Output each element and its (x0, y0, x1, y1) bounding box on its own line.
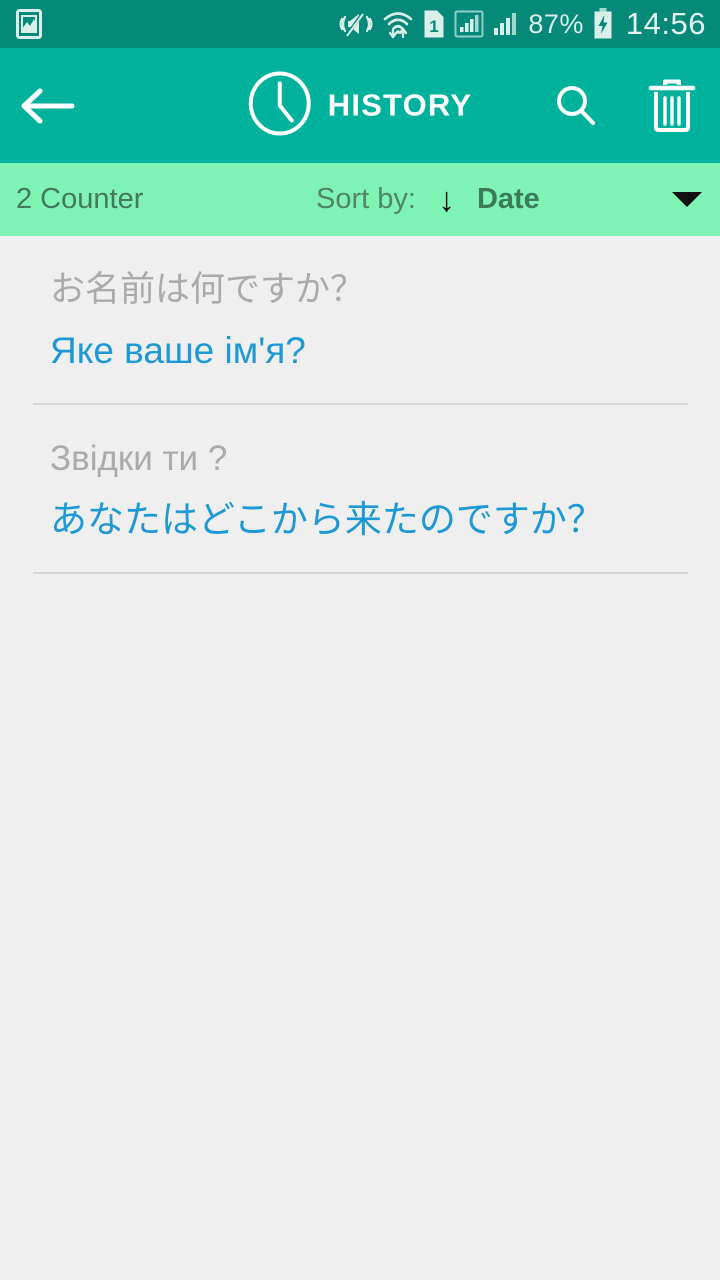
search-button[interactable] (528, 48, 624, 163)
signal-boxed-icon (454, 9, 484, 39)
delete-all-button[interactable] (624, 48, 720, 163)
status-bar-clock: 14:56 (625, 6, 706, 41)
back-button[interactable] (0, 48, 96, 163)
battery-percent-label: 87% (528, 8, 584, 39)
chevron-down-icon[interactable] (672, 192, 702, 207)
action-bar: HISTORY (0, 48, 720, 163)
history-list: お名前は何ですか？ Яке ваше ім'я? Звідки ти ? あなた… (0, 236, 720, 574)
svg-text:1: 1 (430, 17, 439, 36)
sort-selector[interactable]: Sort by: ↓ Date (316, 183, 540, 217)
sim-1-icon: 1 (423, 9, 445, 39)
source-text: お名前は何ですか？ (50, 270, 366, 309)
list-item[interactable]: お名前は何ですか？ Яке ваше ім'я? (0, 236, 720, 403)
sort-value-label[interactable]: Date (477, 183, 540, 216)
vibrate-mute-icon (339, 9, 373, 39)
signal-bars-icon (493, 9, 519, 39)
sort-by-label: Sort by: (316, 183, 416, 215)
target-text: Яке ваше ім'я? (50, 330, 306, 372)
sort-direction-icon[interactable]: ↓ (438, 183, 455, 217)
back-arrow-icon (21, 88, 75, 123)
list-divider (33, 571, 688, 574)
image-notification-icon (16, 9, 42, 39)
action-bar-title-group: HISTORY (248, 71, 472, 140)
list-item[interactable]: Звідки ти ? あなたはどこから来たのですか？ (0, 405, 720, 572)
app-root: 1 87% 14:56 HISTORY 2 Counter Sort by: ↓… (0, 0, 720, 1280)
status-bar: 1 87% 14:56 (0, 0, 720, 48)
search-icon (557, 85, 595, 125)
action-bar-actions (528, 48, 720, 163)
clock-icon (248, 71, 312, 140)
status-bar-notifications (16, 9, 42, 39)
status-bar-indicators: 1 87% 14:56 (339, 6, 706, 42)
counter-label: 2 Counter (16, 183, 144, 215)
battery-charging-icon (593, 8, 613, 40)
target-text: あなたはどこから来たのですか？ (50, 499, 604, 541)
source-text: Звідки ти ? (50, 438, 228, 478)
wifi-transfer-icon (382, 9, 414, 39)
sort-bar: 2 Counter Sort by: ↓ Date (0, 163, 720, 236)
page-title: HISTORY (327, 87, 473, 123)
trash-icon (648, 79, 696, 132)
